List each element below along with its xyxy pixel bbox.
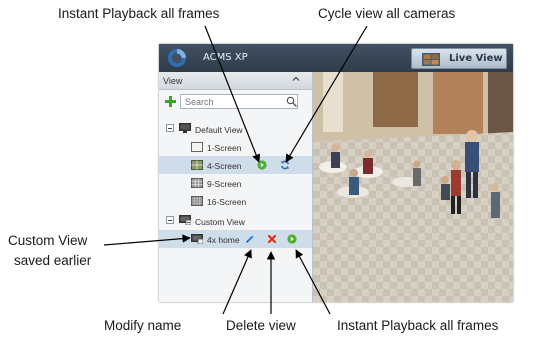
- leader-instant-playback-top: [204, 25, 261, 163]
- leader-cycle-view: [285, 25, 368, 163]
- leader-modify-name: [222, 249, 252, 315]
- callout-leader-lines: [103, 25, 368, 315]
- leader-instant-playback-bottom: [295, 249, 331, 315]
- leader-custom-view: [103, 234, 191, 246]
